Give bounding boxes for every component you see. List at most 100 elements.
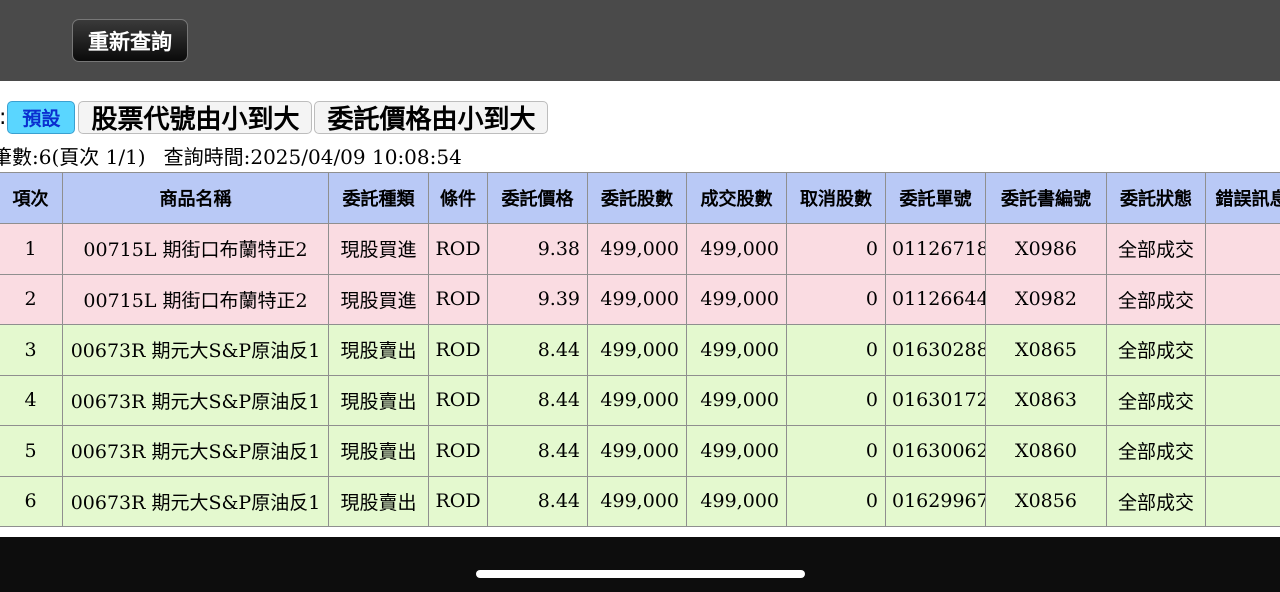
cell-order-price: 8.44 — [487, 425, 588, 477]
home-indicator[interactable] — [476, 570, 805, 578]
cell-doc-no: X0860 — [985, 425, 1107, 477]
cell-status: 全部成交 — [1106, 324, 1206, 376]
cell-order-qty: 499,000 — [587, 425, 687, 477]
cell-item-no: 6 — [0, 475, 63, 527]
cell-filled-qty: 499,000 — [686, 425, 787, 477]
cell-order-qty: 499,000 — [587, 223, 687, 275]
cell-filled-qty: 499,000 — [686, 273, 787, 325]
col-header-product-name: 商品名稱 — [62, 172, 329, 224]
cell-order-type: 現股賣出 — [328, 475, 429, 527]
cell-product-name[interactable]: 00673R 期元大S&P原油反1 — [62, 324, 329, 376]
cell-order-type: 現股賣出 — [328, 425, 429, 477]
cell-item-no: 4 — [0, 374, 63, 426]
cell-order-qty: 499,000 — [587, 374, 687, 426]
top-toolbar: 重新查詢 — [0, 0, 1280, 81]
cell-filled-qty: 499,000 — [686, 374, 787, 426]
cell-error-msg — [1205, 374, 1280, 426]
cell-status: 全部成交 — [1106, 223, 1206, 275]
cell-product-name[interactable]: 00673R 期元大S&P原油反1 — [62, 374, 329, 426]
cell-cancel-qty: 0 — [786, 475, 886, 527]
table-row[interactable]: 6 00673R 期元大S&P原油反1 現股賣出 ROD 8.44 499,000 499,… — [0, 475, 1280, 527]
cell-error-msg — [1205, 475, 1280, 527]
cell-error-msg — [1205, 273, 1280, 325]
col-header-error-msg: 錯誤訊息 — [1205, 172, 1280, 224]
cell-condition: ROD — [428, 374, 488, 426]
cell-order-qty: 499,000 — [587, 273, 687, 325]
query-time-text: 查詢時間:2025/04/09 10:08:54 — [163, 145, 462, 169]
col-header-cancel-qty: 取消股數 — [786, 172, 886, 224]
cell-order-no: 01126644 — [885, 273, 986, 325]
col-header-doc-no: 委託書編號 — [985, 172, 1107, 224]
cell-order-no: 01630062 — [885, 425, 986, 477]
cell-condition: ROD — [428, 223, 488, 275]
cell-status: 全部成交 — [1106, 374, 1206, 426]
cell-order-type: 現股買進 — [328, 223, 429, 275]
cell-error-msg — [1205, 223, 1280, 275]
cell-order-type: 現股買進 — [328, 273, 429, 325]
cell-filled-qty: 499,000 — [686, 475, 787, 527]
cell-status: 全部成交 — [1106, 475, 1206, 527]
col-header-order-no: 委託單號 — [885, 172, 986, 224]
col-header-status: 委託狀態 — [1106, 172, 1206, 224]
requery-button[interactable]: 重新查詢 — [72, 19, 188, 62]
cell-doc-no: X0986 — [985, 223, 1107, 275]
cell-filled-qty: 499,000 — [686, 324, 787, 376]
table-row[interactable]: 1 00715L 期街口布蘭特正2 現股買進 ROD 9.38 499,000 499,00… — [0, 223, 1280, 275]
sort-options-bar: : 預設 股票代號由小到大 委託價格由小到大 — [0, 99, 550, 135]
cell-item-no: 1 — [0, 223, 63, 275]
col-header-filled-qty: 成交股數 — [686, 172, 787, 224]
cell-doc-no: X0856 — [985, 475, 1107, 527]
cell-doc-no: X0865 — [985, 324, 1107, 376]
record-count-text: 筆數:6(頁次 1/1) — [0, 145, 146, 169]
cell-doc-no: X0863 — [985, 374, 1107, 426]
cell-item-no: 5 — [0, 425, 63, 477]
cell-product-name[interactable]: 00715L 期街口布蘭特正2 — [62, 273, 329, 325]
cell-order-qty: 499,000 — [587, 475, 687, 527]
cell-condition: ROD — [428, 425, 488, 477]
cell-product-name[interactable]: 00715L 期街口布蘭特正2 — [62, 223, 329, 275]
cell-order-price: 8.44 — [487, 374, 588, 426]
sort-by-code-button[interactable]: 股票代號由小到大 — [78, 100, 313, 135]
col-header-order-qty: 委託股數 — [587, 172, 687, 224]
bottom-bar — [0, 537, 1280, 592]
col-header-no: 項次 — [0, 172, 63, 224]
cell-cancel-qty: 0 — [786, 223, 886, 275]
table-body: 1 00715L 期街口布蘭特正2 現股買進 ROD 9.38 499,000 499,00… — [0, 223, 1280, 527]
table-row[interactable]: 2 00715L 期街口布蘭特正2 現股買進 ROD 9.39 499,000 499,00… — [0, 273, 1280, 325]
query-summary: 筆數:6(頁次 1/1) 查詢時間:2025/04/09 10:08:54 — [0, 141, 462, 170]
cell-order-no: 01126718 — [885, 223, 986, 275]
cell-item-no: 3 — [0, 324, 63, 376]
sort-default-button[interactable]: 預設 — [7, 100, 76, 134]
cell-status: 全部成交 — [1106, 273, 1206, 325]
table-row[interactable]: 4 00673R 期元大S&P原油反1 現股賣出 ROD 8.44 499,000 499,… — [0, 374, 1280, 426]
cell-condition: ROD — [428, 475, 488, 527]
cell-order-price: 8.44 — [487, 324, 588, 376]
cell-order-no: 01630172 — [885, 374, 986, 426]
table-row[interactable]: 5 00673R 期元大S&P原油反1 現股賣出 ROD 8.44 499,000 499,… — [0, 425, 1280, 477]
order-table: 項次 商品名稱 委託種類 條件 委託價格 委託股數 成交股數 取消股數 委託單號 委託書編號 委託狀… — [0, 172, 1280, 527]
table-header-row: 項次 商品名稱 委託種類 條件 委託價格 委託股數 成交股數 取消股數 委託單號 委託書編號 委託狀… — [0, 172, 1280, 224]
cell-cancel-qty: 0 — [786, 374, 886, 426]
cell-error-msg — [1205, 324, 1280, 376]
cell-status: 全部成交 — [1106, 425, 1206, 477]
sort-by-price-button[interactable]: 委託價格由小到大 — [314, 100, 549, 135]
sort-prefix-label: : — [0, 105, 6, 130]
cell-order-price: 9.39 — [487, 273, 588, 325]
cell-order-type: 現股賣出 — [328, 374, 429, 426]
cell-cancel-qty: 0 — [786, 425, 886, 477]
cell-cancel-qty: 0 — [786, 324, 886, 376]
cell-order-qty: 499,000 — [587, 324, 687, 376]
table-row[interactable]: 3 00673R 期元大S&P原油反1 現股賣出 ROD 8.44 499,000 499,… — [0, 324, 1280, 376]
cell-order-no: 01630288 — [885, 324, 986, 376]
cell-error-msg — [1205, 425, 1280, 477]
cell-doc-no: X0982 — [985, 273, 1107, 325]
cell-order-type: 現股賣出 — [328, 324, 429, 376]
cell-product-name[interactable]: 00673R 期元大S&P原油反1 — [62, 475, 329, 527]
cell-product-name[interactable]: 00673R 期元大S&P原油反1 — [62, 425, 329, 477]
cell-condition: ROD — [428, 324, 488, 376]
cell-filled-qty: 499,000 — [686, 223, 787, 275]
cell-order-price: 9.38 — [487, 223, 588, 275]
col-header-condition: 條件 — [428, 172, 488, 224]
cell-cancel-qty: 0 — [786, 273, 886, 325]
order-query-panel: : 預設 股票代號由小到大 委託價格由小到大 筆數:6(頁次 1/1) 查詢時間:… — [0, 81, 1280, 537]
